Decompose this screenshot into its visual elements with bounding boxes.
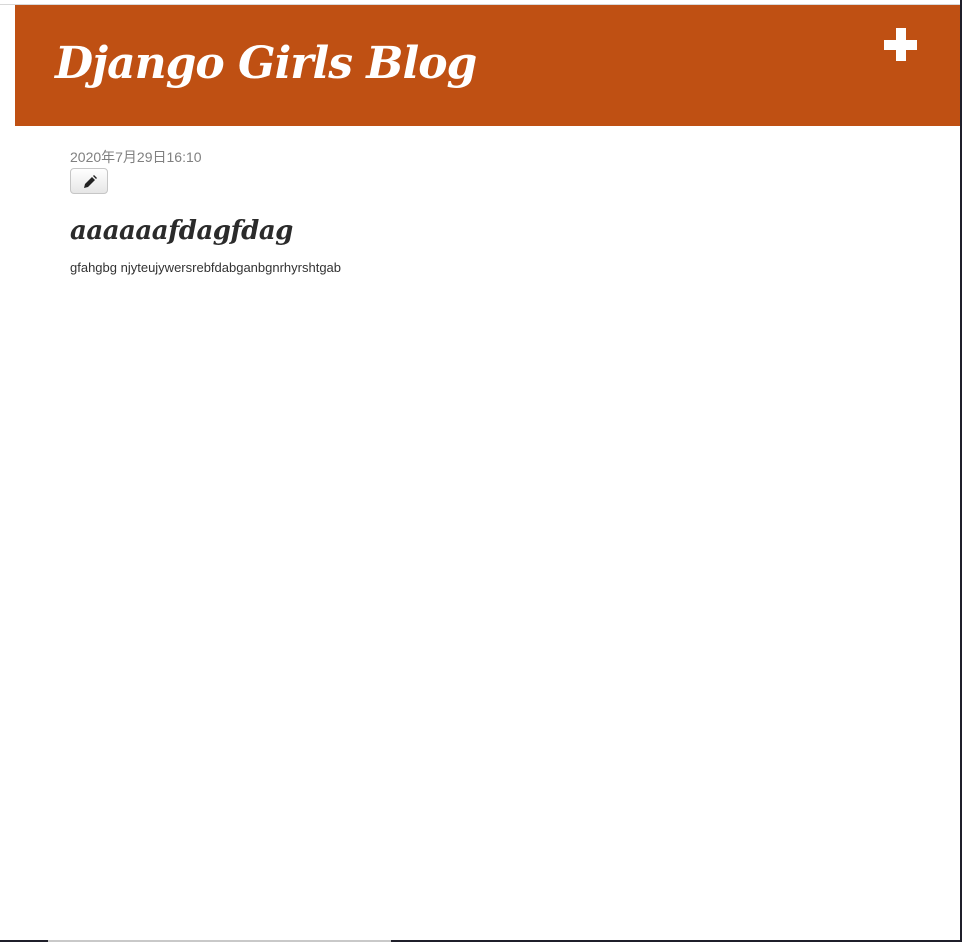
post-body: gfahgbg njyteujywersrebfdabganbgnrhyrsht… bbox=[70, 260, 342, 275]
post: 2020年7月29日16:10 aaaaaafdagfdag gfahgbg n… bbox=[70, 148, 930, 289]
plus-icon bbox=[884, 28, 917, 61]
page-header: Django Girls Blog bbox=[15, 5, 960, 126]
edit-post-button[interactable] bbox=[70, 168, 108, 194]
post-date: 2020年7月29日16:10 bbox=[70, 149, 202, 165]
add-post-button[interactable] bbox=[883, 27, 919, 63]
blog-title-link[interactable]: Django Girls Blog bbox=[55, 39, 477, 88]
post-title[interactable]: aaaaaafdagfdag bbox=[70, 216, 930, 246]
pencil-icon bbox=[84, 175, 97, 188]
